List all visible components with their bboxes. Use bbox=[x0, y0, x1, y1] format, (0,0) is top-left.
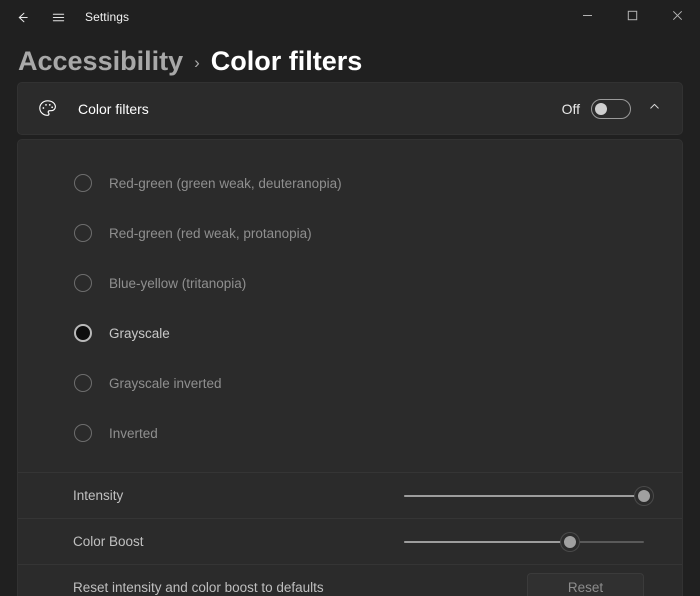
radio-option-label: Red-green (red weak, protanopia) bbox=[109, 226, 312, 241]
intensity-label: Intensity bbox=[73, 488, 404, 503]
radio-option-label: Red-green (green weak, deuteranopia) bbox=[109, 176, 342, 191]
radio-option-inverted[interactable]: Inverted bbox=[18, 408, 682, 458]
maximize-icon bbox=[627, 8, 638, 26]
breadcrumb: Accessibility › Color filters bbox=[0, 34, 700, 82]
color-filters-options-card: Red-green (green weak, deuteranopia) Red… bbox=[17, 139, 683, 596]
radio-indicator-selected bbox=[74, 324, 92, 342]
color-boost-slider[interactable] bbox=[404, 532, 644, 552]
back-arrow-icon bbox=[15, 10, 30, 25]
breadcrumb-separator-icon: › bbox=[194, 54, 200, 71]
slider-fill bbox=[404, 541, 570, 543]
chevron-up-icon bbox=[648, 100, 661, 118]
close-button[interactable] bbox=[655, 0, 700, 34]
reset-button[interactable]: Reset bbox=[527, 573, 644, 596]
color-filter-radio-group: Red-green (green weak, deuteranopia) Red… bbox=[18, 140, 682, 472]
toggle-knob bbox=[595, 103, 607, 115]
radio-indicator bbox=[74, 374, 92, 392]
color-boost-label: Color Boost bbox=[73, 534, 404, 549]
radio-indicator bbox=[74, 274, 92, 292]
toggle-state-label: Off bbox=[562, 101, 580, 117]
color-filters-header-card[interactable]: Color filters Off bbox=[17, 82, 683, 135]
radio-option-deuteranopia[interactable]: Red-green (green weak, deuteranopia) bbox=[18, 158, 682, 208]
page-title: Color filters bbox=[211, 48, 363, 75]
radio-option-protanopia[interactable]: Red-green (red weak, protanopia) bbox=[18, 208, 682, 258]
window-title: Settings bbox=[85, 10, 129, 24]
menu-button[interactable] bbox=[41, 2, 75, 32]
radio-option-grayscale-inverted[interactable]: Grayscale inverted bbox=[18, 358, 682, 408]
color-boost-row: Color Boost bbox=[18, 519, 682, 564]
minimize-button[interactable] bbox=[565, 0, 610, 34]
radio-option-tritanopia[interactable]: Blue-yellow (tritanopia) bbox=[18, 258, 682, 308]
radio-option-label: Grayscale inverted bbox=[109, 376, 222, 391]
title-bar: Settings bbox=[0, 0, 700, 34]
intensity-slider[interactable] bbox=[404, 486, 644, 506]
radio-option-grayscale[interactable]: Grayscale bbox=[18, 308, 682, 358]
settings-content: Color filters Off Red-green (green weak,… bbox=[0, 82, 700, 596]
color-filters-label: Color filters bbox=[78, 101, 562, 117]
slider-fill bbox=[404, 495, 644, 497]
radio-indicator bbox=[74, 174, 92, 192]
close-icon bbox=[672, 8, 683, 26]
color-palette-icon bbox=[34, 96, 60, 122]
slider-thumb[interactable] bbox=[635, 487, 653, 505]
radio-option-label: Blue-yellow (tritanopia) bbox=[109, 276, 246, 291]
color-filters-toggle[interactable] bbox=[591, 99, 631, 119]
radio-option-label: Grayscale bbox=[109, 326, 170, 341]
breadcrumb-parent-link[interactable]: Accessibility bbox=[18, 48, 183, 75]
reset-description: Reset intensity and color boost to defau… bbox=[73, 580, 527, 595]
radio-indicator bbox=[74, 424, 92, 442]
expand-collapse-button[interactable] bbox=[639, 94, 669, 124]
slider-thumb[interactable] bbox=[561, 533, 579, 551]
maximize-button[interactable] bbox=[610, 0, 655, 34]
reset-row: Reset intensity and color boost to defau… bbox=[18, 565, 682, 596]
intensity-row: Intensity bbox=[18, 473, 682, 518]
minimize-icon bbox=[582, 8, 593, 26]
back-button[interactable] bbox=[5, 2, 39, 32]
hamburger-menu-icon bbox=[51, 10, 66, 25]
radio-option-label: Inverted bbox=[109, 426, 158, 441]
window-controls bbox=[565, 0, 700, 34]
radio-indicator bbox=[74, 224, 92, 242]
